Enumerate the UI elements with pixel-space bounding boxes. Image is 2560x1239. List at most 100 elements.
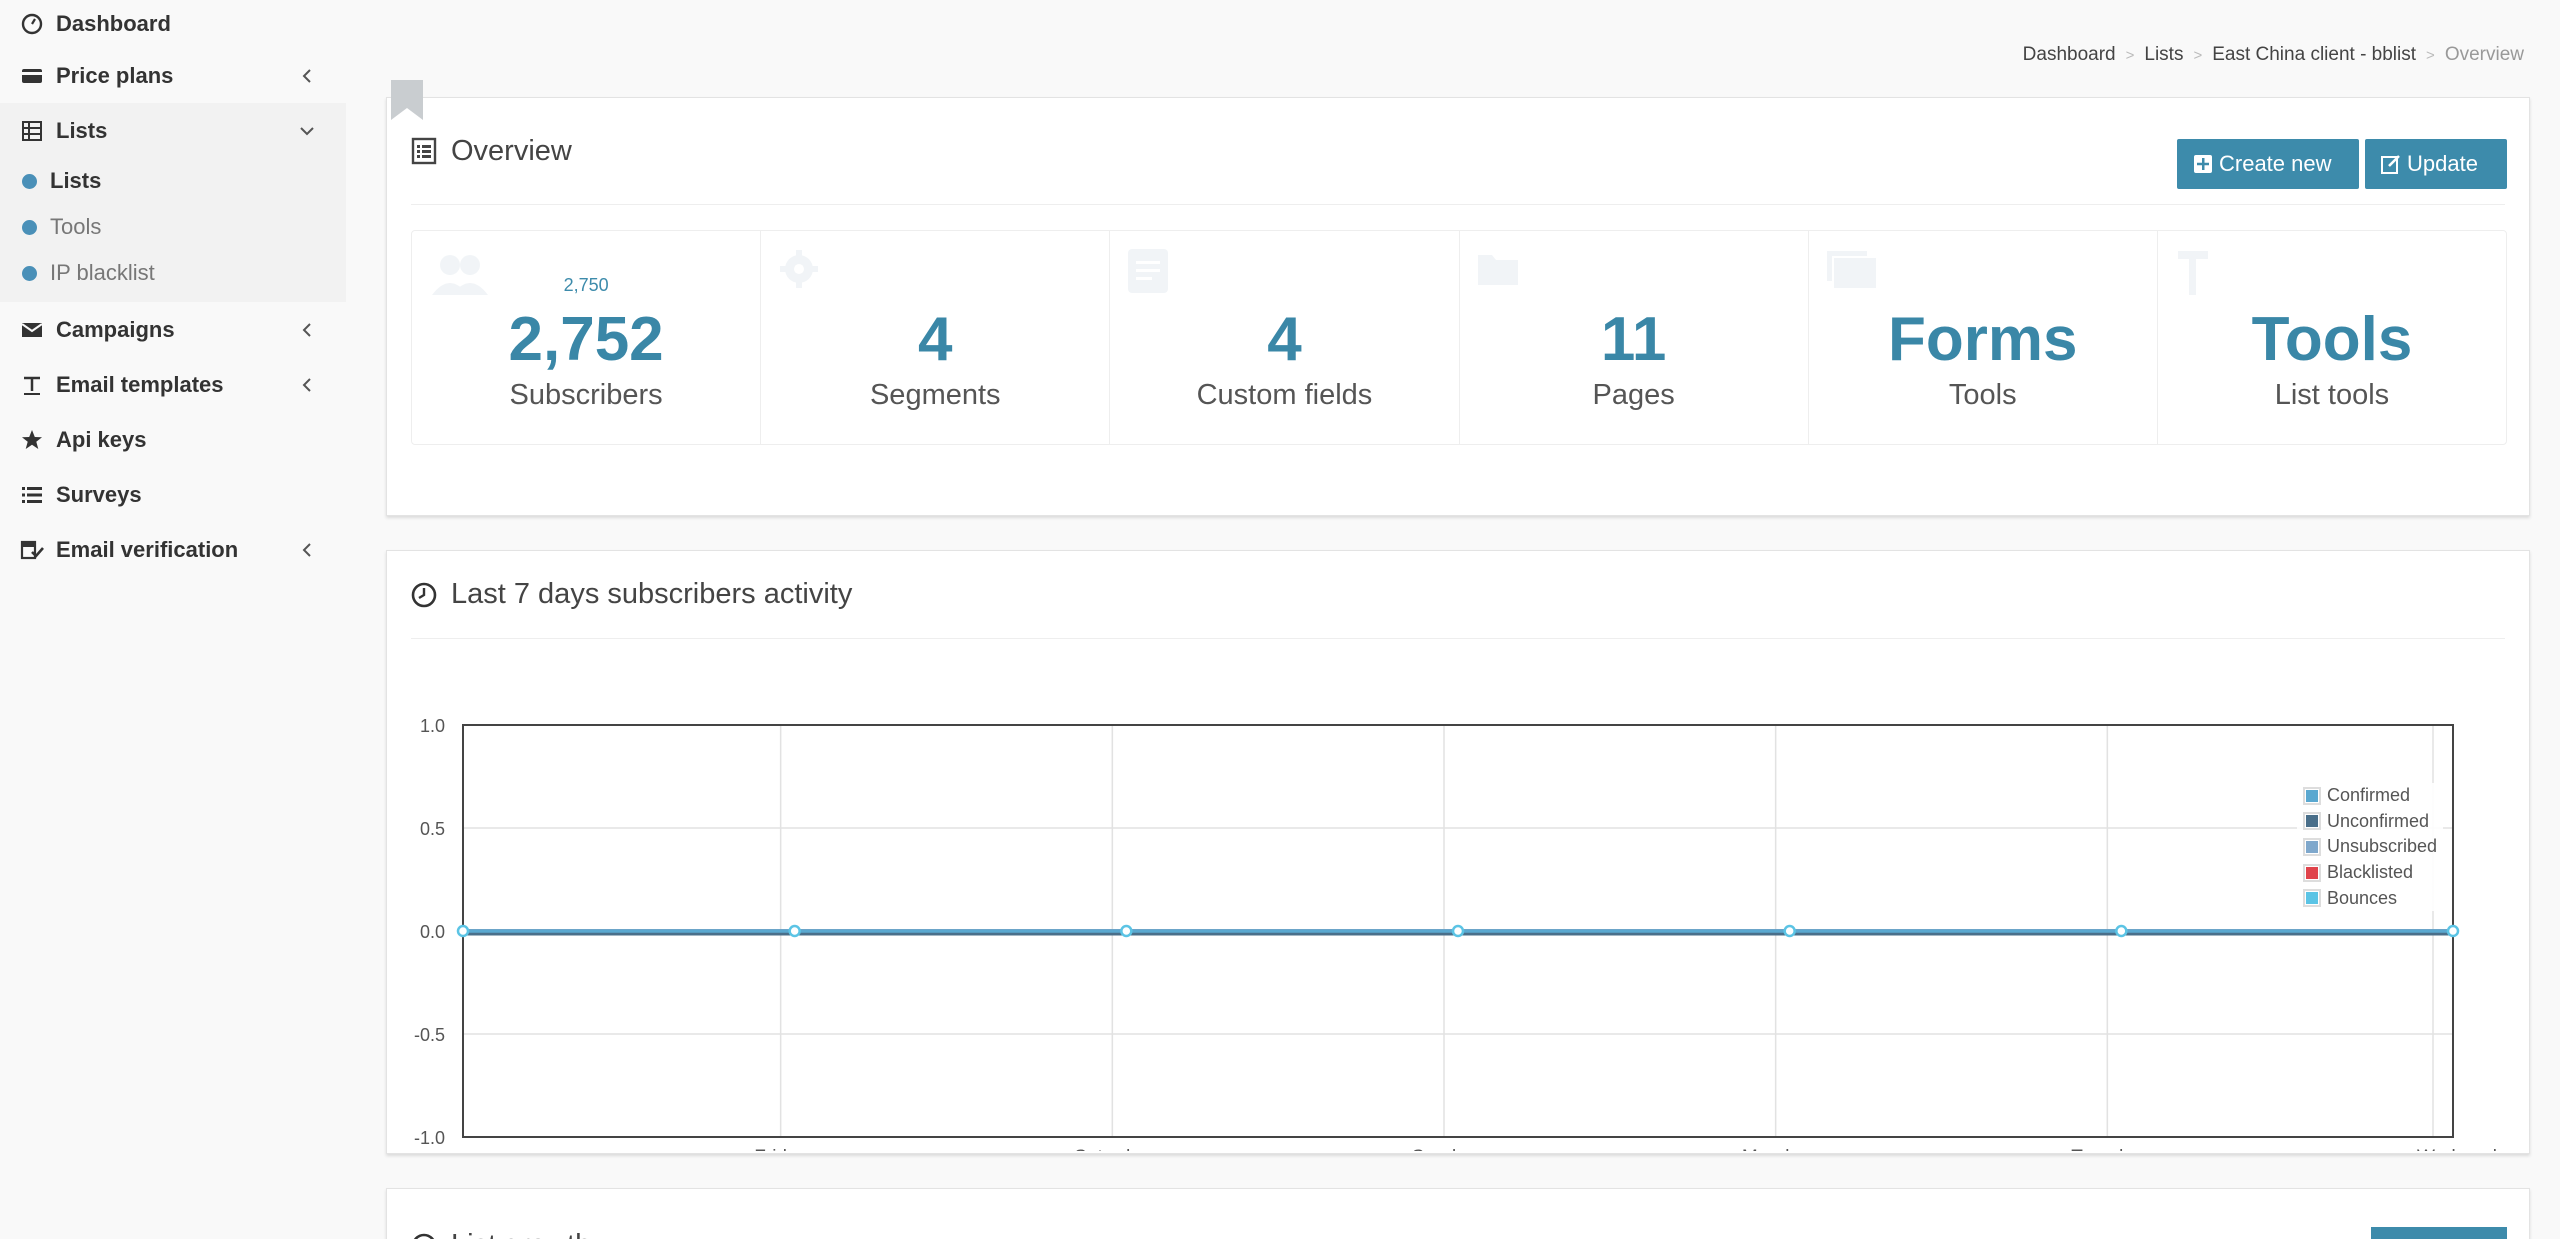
circle-icon: [22, 173, 37, 189]
dashboard-icon: [20, 12, 44, 36]
legend-item-unsubscribed[interactable]: Unsubscribed: [2303, 834, 2437, 860]
sidebar-item-lists[interactable]: Lists: [0, 103, 346, 158]
data-point: [456, 924, 470, 938]
update-button[interactable]: Update: [2365, 139, 2507, 189]
sidebar-item-dashboard[interactable]: Dashboard: [0, 0, 346, 48]
stats-grid: 2,750 2,752 Subscribers 4 Segments 4 Cus…: [411, 230, 2507, 445]
breadcrumb-separator: >: [2125, 46, 2135, 64]
stat-value: 2,752: [508, 305, 664, 374]
x-tick-label: Friday: [754, 1147, 807, 1151]
breadcrumb-separator: >: [2426, 46, 2435, 64]
x-tick-label: Wednesday: [2417, 1147, 2517, 1151]
stat-label: Pages: [1592, 379, 1675, 411]
chevron-left-icon: [302, 68, 311, 83]
submenu-item-ip-blacklist[interactable]: IP blacklist: [0, 250, 346, 296]
sidebar-item-label: Lists: [56, 117, 108, 143]
data-point: [1783, 924, 1796, 938]
text-icon: [20, 373, 44, 397]
submenu-item-lists[interactable]: Lists: [0, 158, 346, 204]
legend-swatch: [2306, 866, 2318, 879]
chevron-left-icon: [302, 542, 311, 557]
chevron-left-icon: [302, 377, 311, 392]
activity-title: Last 7 days subscribers activity: [451, 578, 853, 610]
submenu-label: IP blacklist: [50, 260, 155, 285]
sidebar-item-surveys[interactable]: Surveys: [0, 467, 346, 522]
sidebar-item-label: Surveys: [56, 481, 142, 507]
breadcrumb-item-list-name[interactable]: East China client - bblist: [2212, 44, 2416, 66]
edit-icon: [2381, 155, 2400, 174]
list-alt-icon: [411, 137, 437, 165]
data-point: [788, 924, 801, 938]
sidebar-item-email-verification[interactable]: Email verification: [0, 522, 346, 577]
sidebar-item-label: Dashboard: [56, 11, 171, 36]
legend-swatch: [2306, 815, 2318, 828]
x-tick-label: Monday: [1742, 1147, 1810, 1151]
stat-label: Custom fields: [1196, 379, 1373, 411]
list-growth-panel: List growth: [386, 1188, 2530, 1239]
activity-chart-svg: 1.0 0.5 0.0 -0.5 -1.0 Friday Saturday Sunday Mon…: [414, 716, 2518, 1168]
file-icon: [1128, 249, 1169, 293]
stat-label: List tools: [2274, 379, 2390, 411]
circle-icon: [22, 219, 37, 235]
chevron-down-icon: [300, 126, 314, 135]
sidebar-item-api-keys[interactable]: Api keys: [0, 412, 346, 467]
stat-label: Segments: [869, 379, 1001, 411]
hammer-icon: [2177, 251, 2208, 295]
breadcrumb-item-current: Overview: [2444, 44, 2524, 65]
stat-value: Forms: [1888, 305, 2078, 374]
submenu-label: Lists: [50, 168, 102, 193]
legend-item-unconfirmed[interactable]: Unconfirmed: [2303, 809, 2437, 835]
stat-pages[interactable]: 11 Pages: [1460, 231, 1809, 444]
legend-item-blacklisted[interactable]: Blacklisted: [2303, 860, 2437, 886]
plus-square-icon: [2194, 155, 2212, 173]
legend-swatch: [2306, 789, 2318, 802]
create-new-label: Create new: [2219, 151, 2332, 176]
legend-label: Unsubscribed: [2327, 836, 2438, 857]
sidebar-item-campaigns[interactable]: Campaigns: [0, 302, 346, 357]
circle-icon: [22, 265, 37, 281]
x-tick-label: Saturday: [1074, 1147, 1151, 1151]
activity-header: Last 7 days subscribers activity: [411, 551, 2505, 639]
legend-item-confirmed[interactable]: Confirmed: [2303, 783, 2437, 809]
envelope-icon: [20, 318, 44, 342]
stat-label: Tools: [1948, 379, 2017, 411]
stat-tools[interactable]: Tools List tools: [2158, 231, 2506, 444]
submenu-label: Tools: [50, 214, 102, 239]
y-tick-label: 1.0: [420, 716, 445, 736]
overview-panel: Overview Create new Update 2,750 2,752 S…: [386, 97, 2530, 516]
legend-label: Bounces: [2327, 887, 2398, 908]
clock-icon: [411, 582, 437, 607]
sidebar-item-label: Campaigns: [56, 316, 175, 342]
folder-icon: [1477, 255, 1518, 285]
list-icon: [20, 119, 44, 143]
credit-card-icon: [20, 64, 44, 88]
stat-segments[interactable]: 4 Segments: [761, 231, 1111, 444]
sidebar-item-price-plans[interactable]: Price plans: [0, 48, 346, 103]
sidebar-item-label: Api keys: [56, 426, 147, 452]
stat-custom-fields[interactable]: 4 Custom fields: [1110, 231, 1460, 444]
stat-subscribers[interactable]: 2,750 2,752 Subscribers: [412, 231, 762, 444]
activity-panel: Last 7 days subscribers activity 1.0 0.5 0…: [386, 550, 2530, 1168]
stat-small-value: 2,750: [563, 275, 609, 295]
create-new-button[interactable]: Create new: [2177, 139, 2359, 189]
sidebar-item-label: Price plans: [56, 62, 174, 88]
data-point: [2115, 924, 2128, 938]
legend-label: Confirmed: [2327, 785, 2411, 806]
breadcrumb-item-lists[interactable]: Lists: [2144, 44, 2183, 66]
legend-item-bounces[interactable]: Bounces: [2303, 885, 2437, 911]
stat-value: 4: [1267, 305, 1302, 374]
list-lines-icon: [20, 483, 44, 507]
legend-swatch: [2306, 892, 2318, 905]
y-tick-label: 0.5: [420, 819, 445, 839]
legend-label: Unconfirmed: [2327, 810, 2430, 831]
y-tick-label: 0.0: [420, 922, 445, 942]
forms-icon: [1826, 251, 1878, 290]
stat-value: 11: [1600, 305, 1667, 374]
submenu-item-tools[interactable]: Tools: [0, 204, 346, 250]
x-tick-label: Tuesday: [2071, 1147, 2144, 1151]
stat-forms[interactable]: Forms Tools: [1809, 231, 2158, 444]
breadcrumb-item-dashboard[interactable]: Dashboard: [2023, 44, 2116, 66]
list-growth-button[interactable]: [2371, 1227, 2507, 1239]
sidebar-item-email-templates[interactable]: Email templates: [0, 357, 346, 412]
legend-label: Blacklisted: [2327, 862, 2414, 883]
